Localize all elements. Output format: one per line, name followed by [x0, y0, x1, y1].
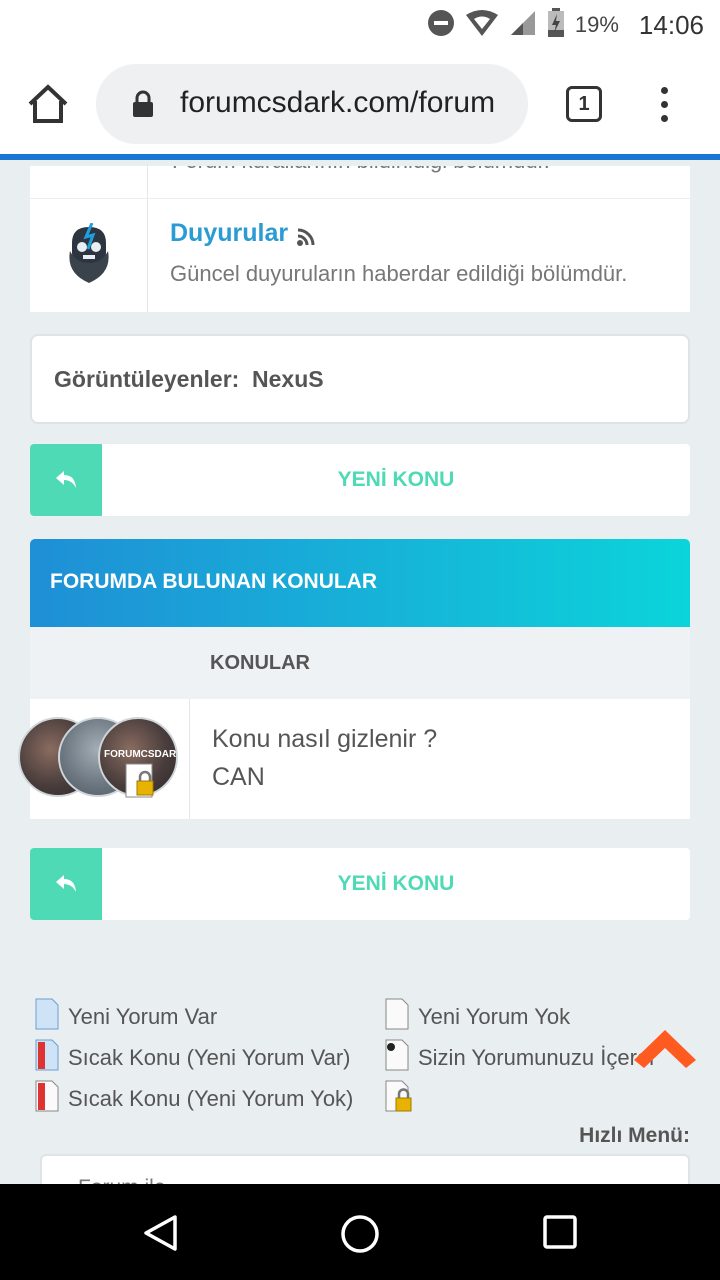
- legend-label: Sizin Yorumunuzu İçeren: [418, 1045, 654, 1070]
- forum-row-rules[interactable]: Forum kurallarının bildirildiği bölümdür…: [30, 166, 690, 198]
- topic-icon-legend: Yeni Yorum Var Yeni Yorum Yok Sıcak Konu…: [30, 994, 690, 1114]
- url-text: forumcsdark.com/forum: [180, 86, 496, 119]
- quick-menu-value: Forum ile: [78, 1176, 166, 1184]
- locked-file-icon: [124, 763, 158, 804]
- skull-logo-icon: [66, 222, 112, 290]
- do-not-disturb-icon: [427, 9, 455, 42]
- viewers-box: Görüntüleyenler: NexuS: [30, 334, 690, 424]
- back-icon[interactable]: [142, 1214, 178, 1257]
- new-topic-label: YENİ KONU: [337, 872, 455, 895]
- status-bar: 19% 14:06: [0, 0, 720, 50]
- new-topic-button[interactable]: YENİ KONU: [30, 848, 690, 920]
- browser-toolbar: forumcsdark.com/forum 1: [0, 50, 720, 160]
- new-topic-button[interactable]: YENİ KONU: [30, 444, 690, 516]
- legend-item: [384, 1080, 422, 1120]
- reply-icon: [30, 848, 102, 920]
- topic-author-link[interactable]: CAN: [212, 763, 265, 792]
- topics-column-header: KONULAR: [30, 627, 690, 699]
- dot-file-icon: [384, 1039, 410, 1077]
- tabs-icon[interactable]: 1: [566, 86, 602, 122]
- battery-charging-icon: [547, 7, 565, 43]
- topics-section-header: FORUMDA BULUNAN KONULAR: [30, 539, 690, 627]
- page-content: Forum kurallarının bildirildiği bölümdür…: [0, 166, 720, 1184]
- lock-icon: [132, 90, 154, 123]
- locked-file-icon: [384, 1080, 414, 1120]
- quick-menu-select[interactable]: Forum ile: [40, 1154, 690, 1184]
- forum-icon-cell: [30, 199, 148, 312]
- forum-title-link[interactable]: Duyurular: [170, 219, 288, 248]
- section-title: FORUMDA BULUNAN KONULAR: [50, 570, 378, 593]
- wifi-icon: [465, 9, 499, 42]
- column-label: KONULAR: [210, 652, 310, 674]
- legend-item: Yeni Yorum Yok: [384, 998, 570, 1036]
- reply-icon: [30, 444, 102, 516]
- more-vert-icon[interactable]: [652, 84, 676, 128]
- forum-icon-cell: [30, 166, 148, 198]
- topic-title-link[interactable]: Konu nasıl gizlenir ?: [212, 725, 437, 754]
- legend-item: Sizin Yorumunuzu İçeren: [384, 1039, 654, 1077]
- hot-file-icon: [34, 1080, 60, 1118]
- viewer-username[interactable]: NexuS: [252, 366, 324, 393]
- home-circle-icon[interactable]: [340, 1214, 380, 1259]
- rss-icon[interactable]: [296, 227, 316, 252]
- battery-percent: 19%: [574, 12, 619, 37]
- scroll-to-top-icon[interactable]: [630, 1020, 700, 1075]
- legend-label: Yeni Yorum Yok: [418, 1004, 571, 1029]
- forum-description: Güncel duyuruların haberdar edildiği böl…: [170, 261, 628, 286]
- legend-item: Sıcak Konu (Yeni Yorum Yok): [34, 1080, 353, 1118]
- signal-icon: [509, 9, 537, 42]
- avatar-watermark: FORUMCSDARK: [104, 749, 178, 760]
- file-icon: [384, 998, 410, 1036]
- address-bar[interactable]: forumcsdark.com/forum: [96, 64, 528, 144]
- forum-description: Forum kurallarının bildirildiği bölümdür…: [172, 166, 550, 174]
- system-navigation-bar: [0, 1184, 720, 1280]
- viewers-label: Görüntüleyenler:: [54, 366, 240, 392]
- clock: 14:06: [638, 9, 704, 40]
- hot-file-icon: [34, 1039, 60, 1077]
- legend-label: Sıcak Konu (Yeni Yorum Yok): [68, 1086, 354, 1111]
- home-icon[interactable]: [26, 82, 70, 126]
- legend-item: Yeni Yorum Var: [34, 998, 217, 1036]
- new-topic-label: YENİ KONU: [337, 468, 455, 491]
- new-file-icon: [34, 998, 60, 1036]
- legend-item: Sıcak Konu (Yeni Yorum Var): [34, 1039, 351, 1077]
- avatar-cell: FORUMCSDARK: [18, 699, 190, 819]
- recent-apps-icon[interactable]: [542, 1214, 578, 1255]
- forum-row-announcements: Duyurular Güncel duyuruların haberdar ed…: [30, 199, 690, 312]
- legend-label: Yeni Yorum Var: [68, 1004, 218, 1029]
- table-row[interactable]: FORUMCSDARK Konu nasıl gizlenir ? CAN: [18, 699, 690, 819]
- quick-menu-label: Hızlı Menü:: [579, 1124, 690, 1147]
- legend-label: Sıcak Konu (Yeni Yorum Var): [68, 1045, 351, 1070]
